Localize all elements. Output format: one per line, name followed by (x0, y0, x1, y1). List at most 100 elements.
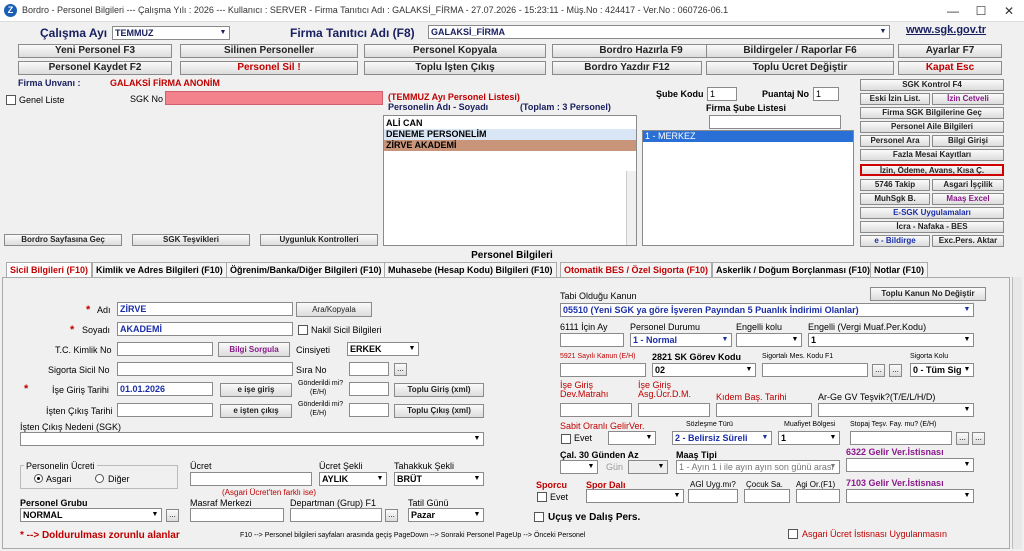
muhsgk-button[interactable]: MuhSgk B. (860, 193, 930, 205)
branch-code-input[interactable]: 1 (707, 87, 737, 101)
export-personnel-button[interactable]: Exc.Pers. Aktar (932, 235, 1004, 247)
min-labor-button[interactable]: Asgari İşçilik (932, 179, 1004, 191)
close-button[interactable]: Kapat Esc (898, 61, 1002, 75)
maximize-icon[interactable]: ☐ (968, 3, 994, 19)
gender-select[interactable]: ERKEK ▼ (347, 342, 419, 356)
old-entry-button[interactable]: Eski İzin List. (860, 93, 930, 105)
exit-date-input[interactable] (117, 403, 213, 417)
entry-sent-input[interactable] (349, 382, 389, 396)
list-scrollbar[interactable] (626, 171, 636, 245)
branch-filter-input[interactable] (709, 115, 841, 129)
e-entry-button[interactable]: e işe giriş (220, 383, 292, 397)
list-item[interactable]: DENEME PERSONELİM (384, 129, 636, 140)
agi-input[interactable] (688, 489, 738, 503)
salary-type-select[interactable]: 1 - Ayın 1 i ile ayın ayın son günü aras… (676, 460, 840, 474)
deleted-personnel-button[interactable]: Silinen Personeller (180, 44, 358, 58)
leave-chart-button[interactable]: İzin Cetveli (932, 93, 1004, 105)
website-link[interactable]: www.sgk.gov.tr (906, 24, 986, 36)
wage-min-radio[interactable] (34, 474, 43, 483)
bulk-entry-button[interactable]: Toplu Giriş (xml) (394, 383, 484, 397)
k6322-select[interactable]: ▼ (846, 458, 974, 472)
k5921-input[interactable] (560, 363, 646, 377)
insurance-f1-input[interactable] (762, 363, 868, 377)
work30-select[interactable]: ▼ (560, 460, 598, 474)
disabled-select[interactable]: ▼ (736, 333, 802, 347)
general-list-checkbox[interactable] (6, 95, 16, 105)
group-select[interactable]: NORMAL ▼ (20, 508, 162, 522)
salary-excel-button[interactable]: Maaş Excel (932, 193, 1004, 205)
tab-bes[interactable]: Otomatik BES / Özel Sigorta (F10) (560, 262, 713, 277)
cost-center-input[interactable] (190, 508, 284, 522)
firm-select[interactable]: GALAKSİ_FİRMA ▼ (428, 25, 890, 39)
tab-accounting[interactable]: Muhasebe (Hesap Kodu) Bilgileri (F10) (384, 262, 557, 277)
score-input[interactable]: 1 (813, 87, 839, 101)
law-select[interactable]: 05510 (Yeni SGK ya göre İşveren Payından… (560, 303, 974, 317)
bulk-law-change-button[interactable]: Toplu Kanun No Değiştir (870, 287, 986, 301)
save-personnel-button[interactable]: Personel Kaydet F2 (18, 61, 172, 75)
exempt-region-select[interactable]: 1 ▼ (778, 431, 840, 445)
bulk-wage-change-button[interactable]: Toplu Ücret Değiştir (706, 61, 894, 75)
payroll-page-button[interactable]: Bordro Sayfasına Geç (4, 234, 122, 246)
sgk-control-button[interactable]: SGK Kontrol F4 (860, 79, 1004, 91)
group-more-button[interactable]: ... (166, 509, 179, 522)
compliance-button[interactable]: Uygunluk Kontrolleri (260, 234, 378, 246)
sport-branch-select[interactable]: ▼ (586, 489, 684, 503)
copy-personnel-button[interactable]: Personel Kopyala (364, 44, 546, 58)
print-payroll-button[interactable]: Bordro Yazdır F12 (552, 61, 702, 75)
bulk-exit-button[interactable]: Toplu İşten Çıkış (364, 61, 546, 75)
wage-type-select[interactable]: AYLIK ▼ (319, 472, 387, 486)
track-5746-button[interactable]: 5746 Takip (860, 179, 930, 191)
contract-select[interactable]: 2 - Belirsiz Süreli ▼ (672, 431, 772, 445)
ins-branch-select[interactable]: 0 - Tüm Sig ▼ (910, 363, 974, 377)
nakil-checkbox[interactable] (298, 325, 308, 335)
agi-rate-input[interactable] (796, 489, 840, 503)
fixed-income-select[interactable]: ▼ (608, 431, 656, 445)
list-item[interactable]: ZİRVE AKADEMİ (384, 140, 636, 151)
k7103-select[interactable]: ▼ (846, 489, 974, 503)
wage-other-radio[interactable] (95, 474, 104, 483)
search-copy-button[interactable]: Ara/Kopyala (296, 302, 372, 317)
icra-button[interactable]: İcra - Nafaka - BES (860, 221, 1004, 233)
seniority-input[interactable] (716, 403, 812, 417)
holiday-select[interactable]: Pazar ▼ (408, 508, 484, 522)
tc-input[interactable] (117, 342, 213, 356)
duty-select[interactable]: 02 ▼ (652, 363, 756, 377)
overtime-button[interactable]: Fazla Mesai Kayıtları (860, 149, 1004, 161)
sira-input[interactable] (349, 362, 389, 376)
settings-button[interactable]: Ayarlar F7 (898, 44, 1002, 58)
search-personnel-button[interactable]: Personel Ara (860, 135, 930, 147)
dept-input[interactable] (290, 508, 382, 522)
stopaj-more-button-2[interactable]: ... (972, 432, 985, 445)
form-scrollbar[interactable] (1012, 277, 1022, 549)
branch-list[interactable]: 1 - MERKEZ (642, 130, 854, 246)
info-entry-button[interactable]: Bilgi Girişi (932, 135, 1004, 147)
athlete-checkbox[interactable] (537, 492, 547, 502)
child-input[interactable] (744, 489, 790, 503)
query-info-button[interactable]: Bilgi Sorgula (218, 342, 290, 357)
leave-payment-button[interactable]: İzin, Ödeme, Avans, Kısa Ç. (860, 164, 1004, 176)
e-exit-button[interactable]: e işten çıkış (220, 404, 292, 418)
reports-button[interactable]: Bildirgeler / Raporlar F6 (706, 44, 894, 58)
flight-checkbox[interactable] (534, 512, 544, 522)
insurance-more-button-2[interactable]: ... (889, 364, 902, 377)
wage-input[interactable] (190, 472, 312, 486)
day-select[interactable]: ▼ (628, 460, 668, 474)
stopaj-input[interactable] (850, 431, 952, 445)
fixed-income-checkbox[interactable] (561, 434, 571, 444)
family-button[interactable]: Personel Aile Bilgileri (860, 121, 1004, 133)
min-wage-dm-input[interactable] (638, 403, 710, 417)
firm-sgk-button[interactable]: Firma SGK Bilgilerine Geç (860, 107, 1004, 119)
entry-date-input[interactable]: 01.01.2026 (117, 382, 213, 396)
period-select[interactable]: TEMMUZ ▼ (112, 26, 230, 40)
delete-personnel-button[interactable]: Personel Sil ! (180, 61, 358, 75)
sgk-incentives-button[interactable]: SGK Teşvikleri (132, 234, 250, 246)
name-input[interactable]: ZİRVE (117, 302, 293, 316)
sira-more-button[interactable]: ... (394, 363, 407, 376)
rnd-select[interactable]: ▼ (818, 403, 974, 417)
k6111-input[interactable] (560, 333, 624, 347)
bulk-exit-xml-button[interactable]: Toplu Çıkış (xml) (394, 404, 484, 418)
dept-more-button[interactable]: ... (385, 509, 398, 522)
insurance-more-button[interactable]: ... (872, 364, 885, 377)
new-personnel-button[interactable]: Yeni Personel F3 (18, 44, 172, 58)
min-wage-exempt-checkbox[interactable] (788, 529, 798, 539)
